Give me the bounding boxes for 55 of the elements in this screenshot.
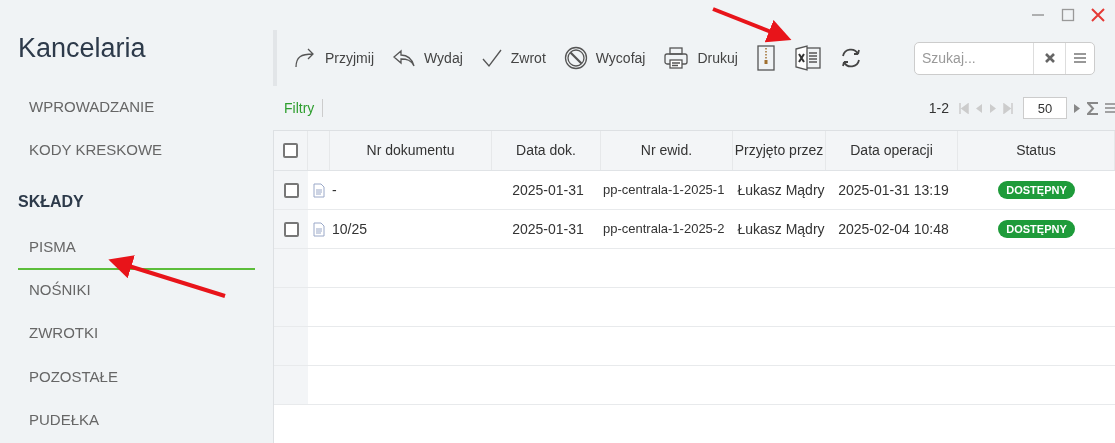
sidebar-item[interactable]: KODY KRESKOWE	[18, 129, 255, 174]
reply-arrow-icon	[392, 48, 416, 68]
maximize-icon[interactable]	[1061, 8, 1075, 22]
search-field[interactable]: Szukaj...	[915, 42, 1033, 74]
play-icon[interactable]	[1073, 102, 1081, 114]
column-header[interactable]: Przyjęto przez	[733, 131, 826, 170]
column-header[interactable]: Data operacji	[826, 131, 958, 170]
table-cell-text: 2025-01-31	[511, 219, 584, 239]
column-header[interactable]: Status	[958, 131, 1115, 170]
document-icon	[313, 182, 325, 198]
toolbar-button[interactable]: Wycofaj	[563, 41, 646, 75]
toolbar-button[interactable]: Przyjmij	[293, 41, 374, 75]
table-cell-text: Łukasz Mądry	[736, 180, 825, 200]
checkbox[interactable]	[283, 221, 299, 237]
table-cell-text: -	[331, 180, 338, 200]
checkbox[interactable]	[283, 182, 299, 198]
close-icon[interactable]	[1091, 8, 1105, 22]
sidebar-item[interactable]: NOŚNIKI	[18, 269, 255, 313]
checkbox[interactable]	[283, 143, 298, 158]
clear-icon[interactable]	[1044, 53, 1055, 63]
table-cell-text: 2025-01-31	[511, 180, 584, 200]
menu-icon[interactable]	[1074, 53, 1086, 63]
toolbar-button[interactable]: Drukuj	[663, 41, 738, 75]
table-cell-text: 10/25	[331, 219, 369, 239]
column-header[interactable]: Nr ewid.	[601, 131, 733, 170]
sidebar-item[interactable]: PISMA	[18, 226, 255, 270]
table-cell-text: Łukasz Mądry	[736, 219, 825, 239]
pager-range: 1-2	[928, 98, 949, 118]
app-title: Kancelaria	[17, 32, 147, 65]
column-header[interactable]: Nr dokumentu	[330, 131, 492, 170]
document-icon	[313, 221, 325, 237]
menu-icon[interactable]	[1105, 103, 1115, 113]
table-cell-text: pp-centrala-1-2025-2	[602, 220, 726, 239]
printer-icon	[663, 46, 690, 70]
refresh-icon	[839, 47, 862, 69]
sum-icon[interactable]	[1087, 101, 1099, 115]
toolbar-button[interactable]: Zwrot	[480, 41, 546, 75]
sidebar-item[interactable]: WPROWADZANIE	[18, 86, 255, 130]
column-header[interactable]: Data dok.	[492, 131, 601, 170]
table-cell-text: 2025-01-31 13:19	[837, 180, 949, 200]
sidebar-item[interactable]: PUDEŁKA	[18, 399, 255, 443]
status-badge: DOSTĘPNY	[998, 220, 1075, 238]
check-icon	[480, 48, 503, 68]
sidebar-section-heading: SKŁADY	[17, 191, 85, 212]
spreadsheet-icon	[793, 45, 822, 71]
status-badge: DOSTĘPNY	[998, 181, 1075, 199]
search-bar[interactable]: Szukaj...	[914, 41, 1095, 75]
zip-file-icon	[755, 45, 776, 71]
sidebar-item[interactable]: POZOSTAŁE	[18, 356, 255, 400]
table-cell-text: 2025-02-04 10:48	[837, 219, 949, 239]
table-cell-text: pp-centrala-1-2025-1	[602, 181, 726, 200]
page-size-field[interactable]: 50	[1023, 97, 1067, 119]
toolbar-button[interactable]: Wydaj	[392, 41, 463, 75]
ban-icon	[563, 46, 588, 70]
sidebar-item[interactable]: ZWROTKI	[18, 313, 255, 357]
